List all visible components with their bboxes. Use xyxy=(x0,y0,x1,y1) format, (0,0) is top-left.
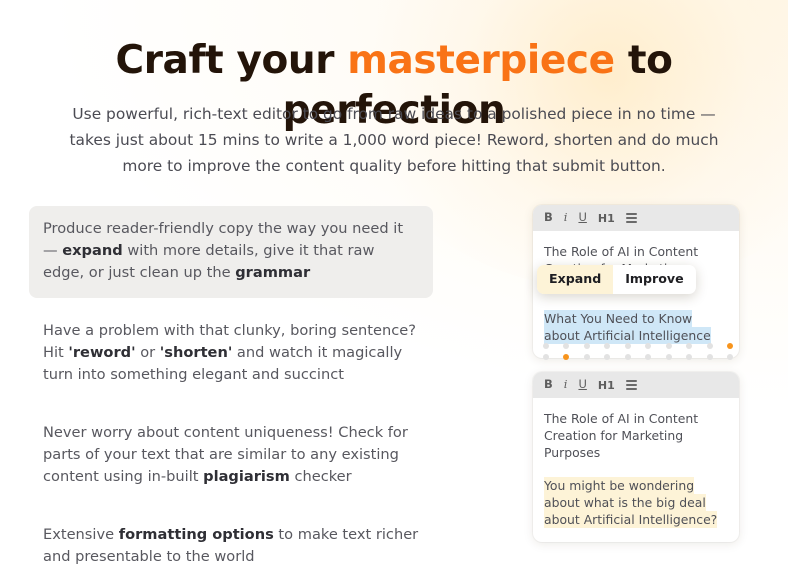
dot xyxy=(665,354,672,360)
expand-button[interactable]: Expand xyxy=(537,265,614,294)
dot xyxy=(583,343,590,349)
heading-one-icon[interactable]: H1 xyxy=(598,213,615,224)
feature-keyword: plagiarism xyxy=(203,468,290,485)
feature-text: checker xyxy=(289,468,352,485)
generated-paragraph-secondary: You might be wondering about what is the… xyxy=(544,477,718,528)
improve-button[interactable]: Improve xyxy=(613,265,695,294)
selected-paragraph-primary: What You Need to Know about Artificial I… xyxy=(544,310,711,344)
headline-part-one: Craft your xyxy=(115,38,348,84)
dot xyxy=(624,354,631,360)
dot-active xyxy=(726,343,733,349)
feature-keyword: formatting options xyxy=(118,526,274,543)
editor-card-secondary[interactable]: B i U H1 The Role of AI in Content Creat… xyxy=(533,372,739,542)
dot xyxy=(686,354,693,360)
editor-body-secondary[interactable]: The Role of AI in Content Creation for M… xyxy=(533,398,739,542)
dot xyxy=(604,354,611,360)
dot-row-1 xyxy=(543,354,733,360)
feature-keyword: expand xyxy=(62,242,123,259)
feature-keyword: 'reword' xyxy=(68,344,136,361)
feature-text: or xyxy=(135,344,160,361)
page-background: Craft your masterpiece to perfection Use… xyxy=(0,0,788,565)
dot xyxy=(706,354,713,360)
feature-text: Extensive xyxy=(43,526,119,543)
underline-icon[interactable]: U xyxy=(578,379,586,391)
dot-row-0 xyxy=(543,343,733,349)
editor-body-primary[interactable]: The Role of AI in Content Creation for M… xyxy=(533,231,739,358)
italic-icon[interactable]: i xyxy=(564,212,568,224)
dot-active xyxy=(563,354,570,360)
bullet-list-icon[interactable] xyxy=(625,213,637,223)
dot xyxy=(583,354,590,360)
dot xyxy=(543,354,549,360)
feature-keyword: grammar xyxy=(235,264,311,281)
ai-action-popup[interactable]: Expand Improve xyxy=(537,265,696,294)
editor-toolbar[interactable]: B i U H1 xyxy=(533,205,739,231)
feature-item-formatting[interactable]: Extensive formatting options to make tex… xyxy=(29,512,433,582)
dot xyxy=(665,343,672,349)
dot xyxy=(624,343,631,349)
dot xyxy=(726,354,733,360)
feature-item-expand-grammar[interactable]: Produce reader-friendly copy the way you… xyxy=(29,206,433,298)
dot xyxy=(604,343,611,349)
bold-icon[interactable]: B xyxy=(544,379,553,391)
bold-icon[interactable]: B xyxy=(544,212,553,224)
dot-grid-decoration xyxy=(543,343,733,365)
dot xyxy=(686,343,693,349)
underline-icon[interactable]: U xyxy=(578,212,586,224)
dot xyxy=(543,343,549,349)
heading-one-icon[interactable]: H1 xyxy=(598,380,615,391)
bullet-list-icon[interactable] xyxy=(625,380,637,390)
dot xyxy=(563,343,570,349)
headline-accent-word: masterpiece xyxy=(347,38,615,84)
feature-list: Produce reader-friendly copy the way you… xyxy=(29,206,433,588)
page-subtitle: Use powerful, rich-text editor to go fro… xyxy=(69,105,719,176)
document-title-secondary: The Role of AI in Content Creation for M… xyxy=(544,411,699,460)
feature-item-plagiarism[interactable]: Never worry about content uniqueness! Ch… xyxy=(29,410,433,502)
dot xyxy=(706,343,713,349)
dot xyxy=(645,343,652,349)
dot xyxy=(645,354,652,360)
feature-keyword: 'shorten' xyxy=(159,344,233,361)
italic-icon[interactable]: i xyxy=(564,379,568,391)
feature-item-reword-shorten[interactable]: Have a problem with that clunky, boring … xyxy=(29,308,433,400)
editor-toolbar-secondary[interactable]: B i U H1 xyxy=(533,372,739,398)
